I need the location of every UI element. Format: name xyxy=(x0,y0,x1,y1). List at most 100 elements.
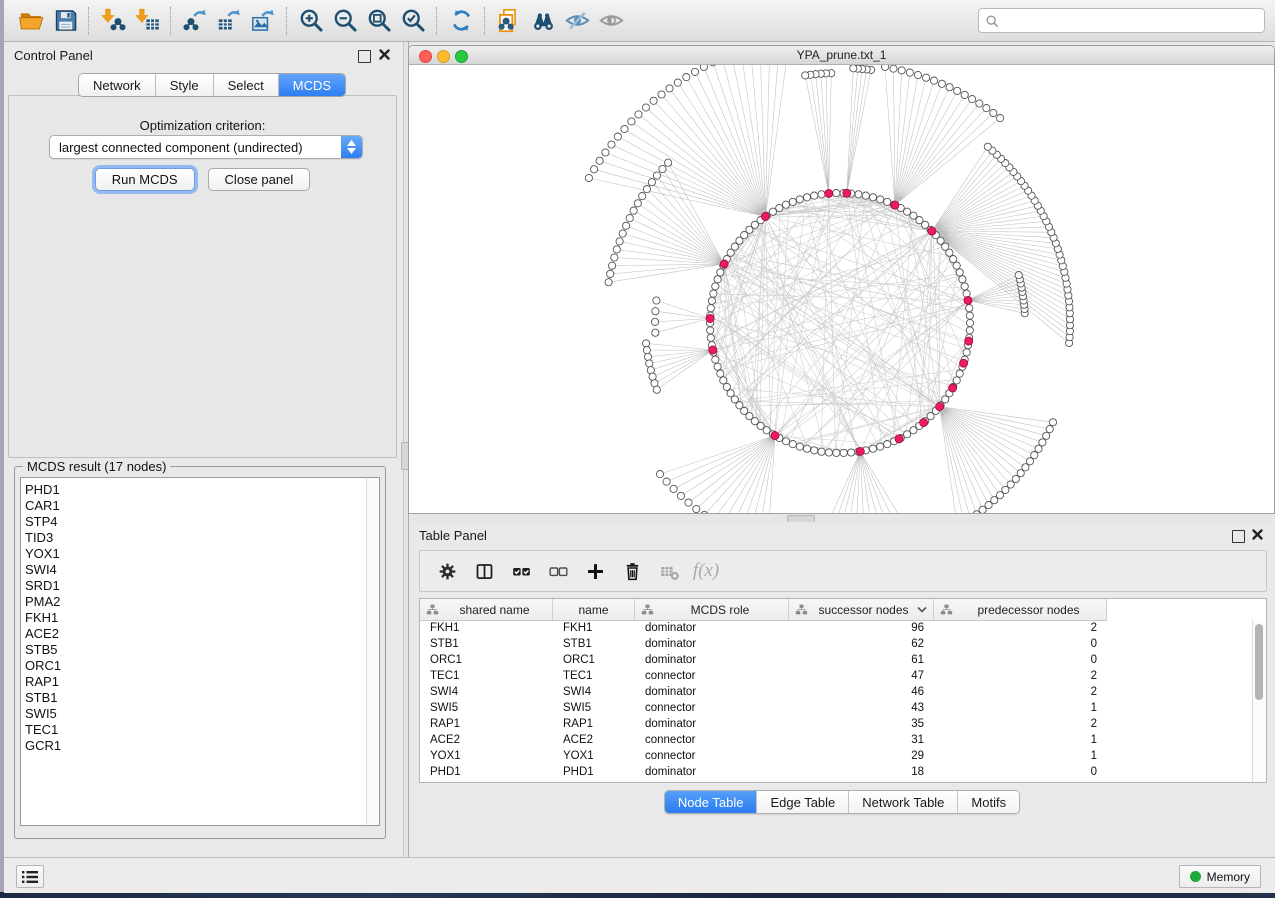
table-cell[interactable]: 46 xyxy=(789,686,934,698)
table-cell[interactable]: 1 xyxy=(934,702,1107,714)
table-cell[interactable]: 35 xyxy=(789,718,934,730)
mcds-result-item[interactable]: STP4 xyxy=(25,514,366,530)
column-header-MCDS-role[interactable]: MCDS role xyxy=(635,599,789,620)
table-cell[interactable]: 18 xyxy=(789,766,934,778)
table-row[interactable]: SWI5SWI5connector431 xyxy=(420,700,1254,716)
mcds-result-item[interactable]: PMA2 xyxy=(25,594,366,610)
close-panel-button[interactable]: Close panel xyxy=(208,168,311,191)
tab-node-table[interactable]: Node Table xyxy=(665,791,758,813)
table-cell[interactable]: 62 xyxy=(789,638,934,650)
table-cell[interactable]: ACE2 xyxy=(420,734,553,746)
mcds-result-item[interactable]: RAP1 xyxy=(25,674,366,690)
network-canvas[interactable] xyxy=(409,65,1274,514)
hide-selected-icon[interactable] xyxy=(560,5,594,37)
tab-motifs[interactable]: Motifs xyxy=(958,791,1019,813)
table-cell[interactable]: dominator xyxy=(635,654,789,666)
table-row[interactable]: FKH1FKH1dominator962 xyxy=(420,620,1254,636)
table-cell[interactable]: ORC1 xyxy=(420,654,553,666)
table-cell[interactable]: SWI5 xyxy=(420,702,553,714)
memory-button[interactable]: Memory xyxy=(1179,865,1261,888)
refresh-icon[interactable] xyxy=(444,5,478,37)
table-cell[interactable]: 96 xyxy=(789,622,934,634)
table-row[interactable]: ORC1ORC1dominator610 xyxy=(420,652,1254,668)
table-cell[interactable]: YOX1 xyxy=(420,750,553,762)
table-row[interactable]: STB1STB1dominator620 xyxy=(420,636,1254,652)
table-cell[interactable]: 2 xyxy=(934,686,1107,698)
add-row-icon[interactable] xyxy=(580,556,610,586)
table-cell[interactable]: 29 xyxy=(789,750,934,762)
table-cell[interactable]: 1 xyxy=(934,734,1107,746)
delete-row-icon[interactable] xyxy=(617,556,647,586)
column-header-successor-nodes[interactable]: successor nodes xyxy=(789,599,934,620)
table-cell[interactable]: FKH1 xyxy=(420,622,553,634)
table-cell[interactable]: PHD1 xyxy=(553,766,635,778)
zoom-out-icon[interactable] xyxy=(328,5,362,37)
float-panel-icon[interactable] xyxy=(358,50,371,63)
import-table-icon[interactable] xyxy=(130,5,164,37)
table-cell[interactable]: 0 xyxy=(934,766,1107,778)
zoom-in-icon[interactable] xyxy=(294,5,328,37)
table-cell[interactable]: 47 xyxy=(789,670,934,682)
table-cell[interactable]: ACE2 xyxy=(553,734,635,746)
mcds-result-item[interactable]: SWI5 xyxy=(25,706,366,722)
table-cell[interactable]: FKH1 xyxy=(553,622,635,634)
import-network-icon[interactable] xyxy=(96,5,130,37)
tab-style[interactable]: Style xyxy=(156,74,214,96)
table-cell[interactable]: dominator xyxy=(635,686,789,698)
close-panel-icon[interactable] xyxy=(378,48,391,61)
column-header-predecessor-nodes[interactable]: predecessor nodes xyxy=(934,599,1107,620)
node-table-scrollbar-thumb[interactable] xyxy=(1255,624,1263,700)
zoom-fit-icon[interactable] xyxy=(362,5,396,37)
tab-mcds[interactable]: MCDS xyxy=(279,74,345,96)
table-row[interactable]: TEC1TEC1connector472 xyxy=(420,668,1254,684)
column-layout-icon[interactable] xyxy=(469,556,499,586)
table-cell[interactable]: TEC1 xyxy=(553,670,635,682)
first-neighbors-icon[interactable] xyxy=(526,5,560,37)
network-window-titlebar[interactable]: YPA_prune.txt_1 xyxy=(409,46,1274,65)
table-cell[interactable]: 2 xyxy=(934,670,1107,682)
table-cell[interactable]: TEC1 xyxy=(420,670,553,682)
optimization-criterion-select[interactable]: largest connected component (undirected) xyxy=(49,135,363,159)
table-cell[interactable]: YOX1 xyxy=(553,750,635,762)
table-cell[interactable]: RAP1 xyxy=(420,718,553,730)
tab-network-table[interactable]: Network Table xyxy=(849,791,958,813)
table-cell[interactable]: 2 xyxy=(934,718,1107,730)
tab-network[interactable]: Network xyxy=(79,74,156,96)
task-history-button[interactable] xyxy=(16,865,44,888)
table-cell[interactable]: 31 xyxy=(789,734,934,746)
mcds-result-item[interactable]: TEC1 xyxy=(25,722,366,738)
table-cell[interactable]: connector xyxy=(635,670,789,682)
table-cell[interactable]: 0 xyxy=(934,654,1107,666)
node-table-scrollbar[interactable] xyxy=(1252,620,1266,783)
float-table-panel-icon[interactable] xyxy=(1232,530,1245,543)
settings-gear-icon[interactable] xyxy=(432,556,462,586)
open-folder-icon[interactable] xyxy=(14,5,48,37)
column-header-name[interactable]: name xyxy=(553,599,635,620)
table-cell[interactable]: STB1 xyxy=(420,638,553,650)
run-mcds-button[interactable]: Run MCDS xyxy=(95,168,195,191)
table-row[interactable]: RAP1RAP1dominator352 xyxy=(420,716,1254,732)
table-cell[interactable]: connector xyxy=(635,702,789,714)
table-cell[interactable]: dominator xyxy=(635,766,789,778)
table-cell[interactable]: SWI5 xyxy=(553,702,635,714)
mcds-result-item[interactable]: ACE2 xyxy=(25,626,366,642)
table-cell[interactable]: SWI4 xyxy=(553,686,635,698)
mcds-result-scrollbar[interactable] xyxy=(366,477,380,826)
mcds-result-item[interactable]: SWI4 xyxy=(25,562,366,578)
table-cell[interactable]: dominator xyxy=(635,622,789,634)
tab-edge-table[interactable]: Edge Table xyxy=(757,791,849,813)
table-cell[interactable]: RAP1 xyxy=(553,718,635,730)
new-network-from-selection-icon[interactable] xyxy=(492,5,526,37)
export-network-icon[interactable] xyxy=(178,5,212,37)
table-cell[interactable]: 0 xyxy=(934,638,1107,650)
table-cell[interactable]: dominator xyxy=(635,718,789,730)
mcds-result-item[interactable]: TID3 xyxy=(25,530,366,546)
mcds-result-item[interactable]: STB5 xyxy=(25,642,366,658)
table-cell[interactable]: 2 xyxy=(934,622,1107,634)
mcds-result-item[interactable]: STB1 xyxy=(25,690,366,706)
mcds-result-item[interactable]: ORC1 xyxy=(25,658,366,674)
table-cell[interactable]: connector xyxy=(635,734,789,746)
table-row[interactable]: PHD1PHD1dominator180 xyxy=(420,764,1254,780)
tab-select[interactable]: Select xyxy=(214,74,279,96)
table-row[interactable]: ACE2ACE2connector311 xyxy=(420,732,1254,748)
